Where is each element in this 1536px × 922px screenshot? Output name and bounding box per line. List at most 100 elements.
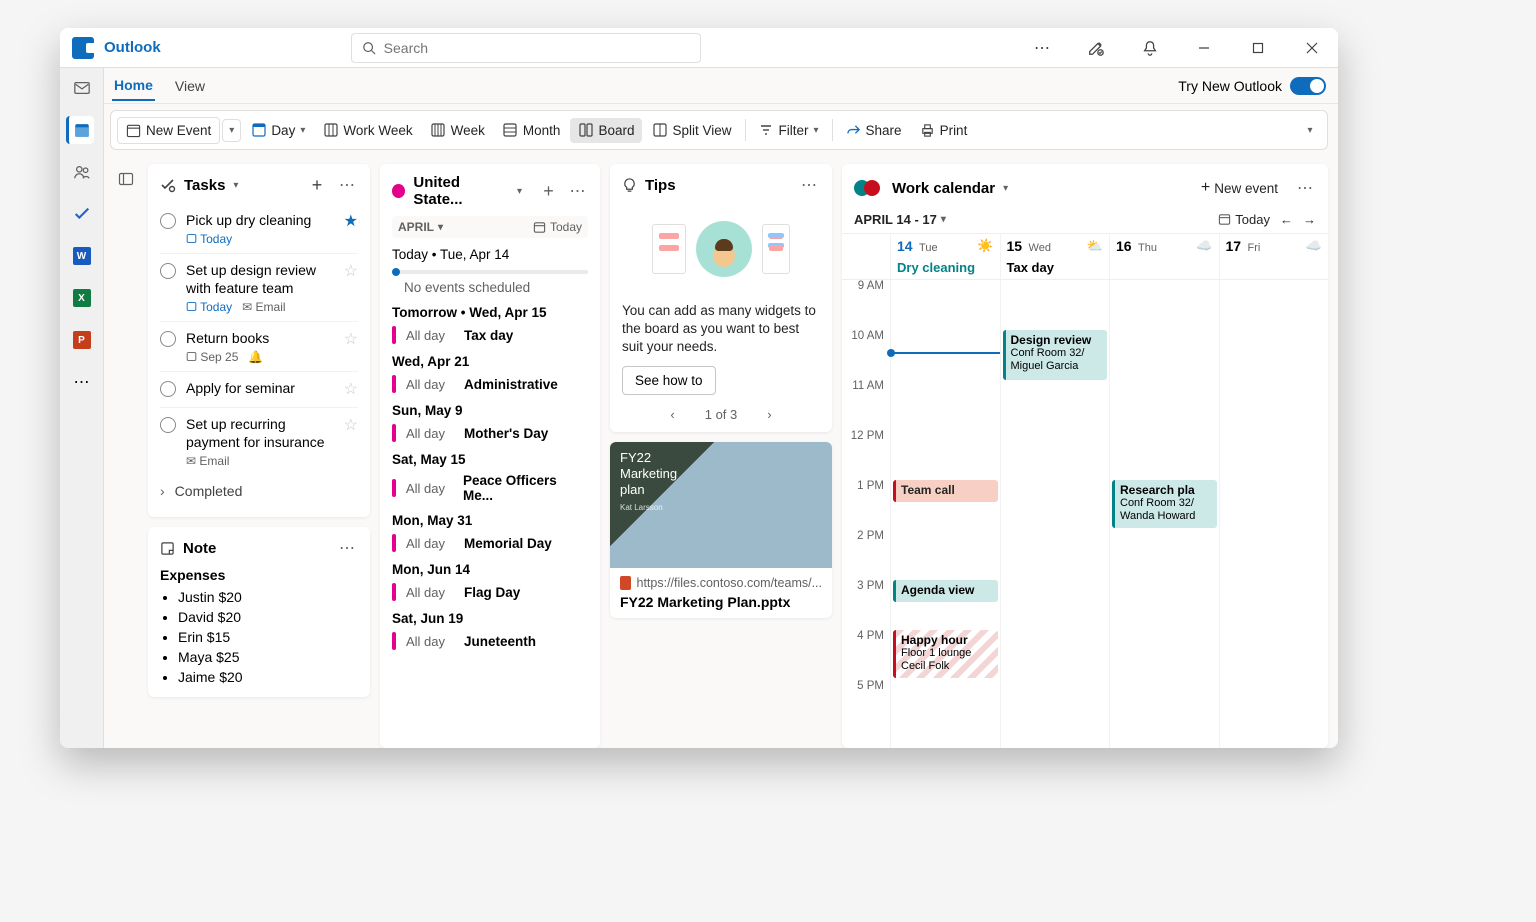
view-week[interactable]: Week: [423, 118, 493, 143]
new-event-dropdown[interactable]: ▾: [222, 119, 241, 142]
word-rail[interactable]: W: [68, 242, 96, 270]
event-agenda-view[interactable]: Agenda view: [893, 580, 998, 602]
notifications-icon[interactable]: [1132, 30, 1168, 66]
tasks-dropdown[interactable]: ▾: [233, 180, 238, 191]
maximize-button[interactable]: [1240, 30, 1276, 66]
todo-rail[interactable]: [68, 200, 96, 228]
calendar-rail[interactable]: [66, 116, 94, 144]
holiday-bar-icon: [392, 424, 396, 442]
task-star-button[interactable]: ★: [344, 211, 358, 231]
app-window: Outlook ⋯ W X P ⋯: [60, 28, 1338, 748]
task-checkbox[interactable]: [160, 331, 176, 347]
event-design-review[interactable]: Design reviewConf Room 32/Miguel Garcia: [1003, 330, 1108, 380]
calendar-day-col-15[interactable]: Design reviewConf Room 32/Miguel Garcia: [1000, 280, 1110, 748]
tasks-add-button[interactable]: +: [306, 174, 328, 196]
task-star-button[interactable]: ☆: [344, 261, 358, 281]
people-rail[interactable]: [68, 158, 96, 186]
calendar-plus-icon: [126, 123, 141, 138]
task-item[interactable]: Set up design review with feature team T…: [160, 254, 358, 322]
holiday-item[interactable]: Mon, May 31All dayMemorial Day: [392, 513, 588, 552]
note-more-button[interactable]: ⋯: [336, 537, 358, 559]
allday-banner[interactable]: Tax day: [1007, 260, 1104, 275]
holidays-add-button[interactable]: +: [538, 180, 559, 202]
task-checkbox[interactable]: [160, 263, 176, 279]
tasks-title: Tasks: [184, 177, 225, 194]
holidays-more-button[interactable]: ⋯: [567, 180, 588, 202]
see-how-button[interactable]: See how to: [622, 366, 716, 395]
more-icon[interactable]: ⋯: [1024, 30, 1060, 66]
try-new-outlook-toggle[interactable]: [1290, 77, 1326, 95]
view-split[interactable]: Split View: [644, 118, 739, 143]
holiday-item[interactable]: Mon, Jun 14All dayFlag Day: [392, 562, 588, 601]
event-happy-hour[interactable]: Happy hourFloor 1 loungeCecil Folk: [893, 630, 998, 678]
holiday-item[interactable]: Sun, May 9All dayMother's Day: [392, 403, 588, 442]
search-input[interactable]: [384, 40, 690, 56]
note-body[interactable]: Justin $20David $20Erin $15Maya $25Jaime…: [178, 587, 358, 687]
holidays-dropdown[interactable]: ▾: [517, 186, 522, 197]
holiday-item[interactable]: Sat, Jun 19All dayJuneteenth: [392, 611, 588, 650]
calendar-day-header[interactable]: 15 Wed⛅Tax day: [1000, 234, 1110, 279]
task-checkbox[interactable]: [160, 417, 176, 433]
tips-prev-button[interactable]: ‹: [670, 407, 674, 422]
close-button[interactable]: [1294, 30, 1330, 66]
tasks-completed-row[interactable]: › Completed: [160, 475, 358, 507]
holiday-allday: All day: [406, 536, 454, 551]
filter-button[interactable]: Filter▾: [751, 118, 827, 143]
calendar-day-header[interactable]: 16 Thu☁️: [1109, 234, 1219, 279]
share-button[interactable]: Share: [838, 118, 910, 143]
calendar-day-header[interactable]: 14 Tue☀️Dry cleaning: [890, 234, 1000, 279]
tips-next-button[interactable]: ›: [767, 407, 771, 422]
view-month[interactable]: Month: [495, 118, 569, 143]
holiday-allday: All day: [406, 585, 454, 600]
calendar-today-button[interactable]: Today: [1218, 212, 1270, 227]
hour-label: 1 PM: [842, 480, 890, 530]
calendar-next-button[interactable]: →: [1303, 212, 1316, 227]
view-day[interactable]: Day▾: [243, 118, 313, 143]
mail-rail[interactable]: [68, 74, 96, 102]
tasks-more-button[interactable]: ⋯: [336, 174, 358, 196]
ink-icon[interactable]: [1078, 30, 1114, 66]
holidays-today-button[interactable]: Today: [533, 220, 582, 234]
task-star-button[interactable]: ☆: [344, 329, 358, 349]
allday-banner[interactable]: Dry cleaning: [897, 260, 994, 275]
task-checkbox[interactable]: [160, 213, 176, 229]
calendar-day-col-14[interactable]: Team call Agenda view Happy hourFloor 1 …: [890, 280, 1000, 748]
file-thumbnail: FY22 Marketing plan Kat Larsson: [610, 442, 832, 568]
task-star-button[interactable]: ☆: [344, 379, 358, 399]
holiday-item[interactable]: Sat, May 15All dayPeace Officers Me...: [392, 452, 588, 503]
holiday-item[interactable]: Wed, Apr 21All dayAdministrative: [392, 354, 588, 393]
new-event-button[interactable]: New Event: [117, 117, 220, 144]
search-box[interactable]: [351, 33, 701, 63]
calendar-new-event-button[interactable]: +New event: [1193, 174, 1286, 202]
task-checkbox[interactable]: [160, 381, 176, 397]
calendar-prev-button[interactable]: ←: [1280, 212, 1293, 227]
minimize-button[interactable]: [1186, 30, 1222, 66]
panel-toggle-icon[interactable]: [115, 168, 137, 190]
tips-more-button[interactable]: ⋯: [798, 174, 820, 196]
holiday-item[interactable]: Tomorrow • Wed, Apr 15All dayTax day: [392, 305, 588, 344]
task-item[interactable]: Apply for seminar ☆: [160, 372, 358, 408]
event-research-plan[interactable]: Research plaConf Room 32/Wanda Howard: [1112, 480, 1217, 528]
task-item[interactable]: Set up recurring payment for insurance ✉…: [160, 408, 358, 475]
file-card[interactable]: FY22 Marketing plan Kat Larsson https://…: [610, 442, 832, 618]
calendar-more-button[interactable]: ⋯: [1294, 177, 1316, 199]
print-button[interactable]: Print: [912, 118, 976, 143]
calendar-day-header[interactable]: 17 Fri☁️: [1219, 234, 1329, 279]
event-team-call[interactable]: Team call: [893, 480, 998, 502]
more-apps-rail[interactable]: ⋯: [68, 368, 96, 396]
note-card: Note ⋯ Expenses Justin $20David $20Erin …: [148, 527, 370, 697]
tab-view[interactable]: View: [173, 72, 207, 100]
calendar-day-col-16[interactable]: Research plaConf Room 32/Wanda Howard: [1109, 280, 1219, 748]
excel-rail[interactable]: X: [68, 284, 96, 312]
powerpoint-rail[interactable]: P: [68, 326, 96, 354]
ribbon-expand[interactable]: ▾: [1299, 119, 1321, 141]
task-item[interactable]: Return books Sep 25🔔 ☆: [160, 322, 358, 372]
month-icon: [503, 123, 518, 138]
view-board[interactable]: Board: [570, 118, 642, 143]
tab-home[interactable]: Home: [112, 71, 155, 101]
calendar-dropdown[interactable]: ▾: [1003, 183, 1008, 194]
task-item[interactable]: Pick up dry cleaning Today ★: [160, 204, 358, 254]
task-star-button[interactable]: ☆: [344, 415, 358, 435]
calendar-day-col-17[interactable]: [1219, 280, 1329, 748]
view-work-week[interactable]: Work Week: [315, 118, 420, 143]
